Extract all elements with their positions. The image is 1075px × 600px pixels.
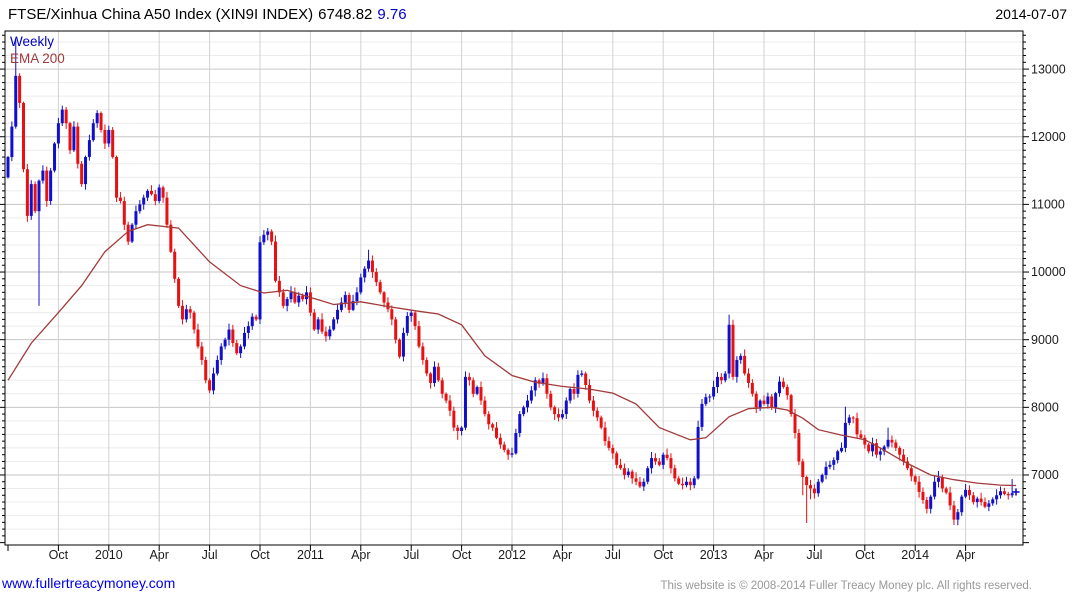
- candlestick-chart[interactable]: 7000 8000 9000 10000 11000 12000 13000 Oct 2010 A…: [0, 0, 1075, 600]
- svg-text:9000: 9000: [1031, 333, 1059, 347]
- legend-timeframe: Weekly: [10, 34, 55, 49]
- axis-ticks: [0, 34, 1029, 551]
- svg-text:Oct: Oct: [452, 548, 472, 562]
- minor-gridlines: [5, 41, 1023, 530]
- svg-text:Apr: Apr: [351, 548, 370, 562]
- svg-text:12000: 12000: [1031, 130, 1066, 144]
- svg-text:2013: 2013: [700, 548, 728, 562]
- y-axis-labels: 7000 8000 9000 10000 11000 12000 13000: [1031, 62, 1066, 482]
- copyright-text: This website is © 2008-2014 Fuller Treac…: [660, 580, 1032, 592]
- svg-text:2012: 2012: [498, 548, 526, 562]
- svg-text:Oct: Oct: [49, 548, 69, 562]
- svg-text:Apr: Apr: [956, 548, 975, 562]
- website-link[interactable]: www.fullertreacymoney.com: [2, 575, 175, 591]
- candlesticks: [6, 39, 1020, 526]
- svg-text:2014: 2014: [901, 548, 929, 562]
- svg-text:2011: 2011: [297, 548, 324, 562]
- svg-text:Oct: Oct: [855, 548, 875, 562]
- x-axis-labels: Oct 2010 Apr Jul Oct 2011 Apr Jul Oct 2012 Apr Jul O…: [49, 548, 976, 562]
- major-gridlines: [5, 68, 1023, 476]
- svg-text:2010: 2010: [95, 548, 123, 562]
- svg-text:Apr: Apr: [553, 548, 572, 562]
- svg-text:8000: 8000: [1031, 401, 1059, 415]
- svg-text:Jul: Jul: [403, 548, 419, 562]
- svg-text:10000: 10000: [1031, 265, 1066, 279]
- svg-text:Jul: Jul: [806, 548, 822, 562]
- svg-text:Jul: Jul: [202, 548, 218, 562]
- plot-border: [4, 30, 1024, 546]
- svg-text:Apr: Apr: [754, 548, 773, 562]
- legend-ema-200: EMA 200: [10, 51, 65, 66]
- svg-text:7000: 7000: [1031, 468, 1059, 482]
- svg-text:13000: 13000: [1031, 62, 1066, 76]
- svg-text:Apr: Apr: [149, 548, 168, 562]
- svg-text:Jul: Jul: [605, 548, 621, 562]
- svg-text:11000: 11000: [1031, 198, 1065, 212]
- svg-text:Oct: Oct: [653, 548, 673, 562]
- svg-text:Oct: Oct: [250, 548, 270, 562]
- chart-page: FTSE/Xinhua China A50 Index (XIN9I INDEX…: [0, 0, 1075, 600]
